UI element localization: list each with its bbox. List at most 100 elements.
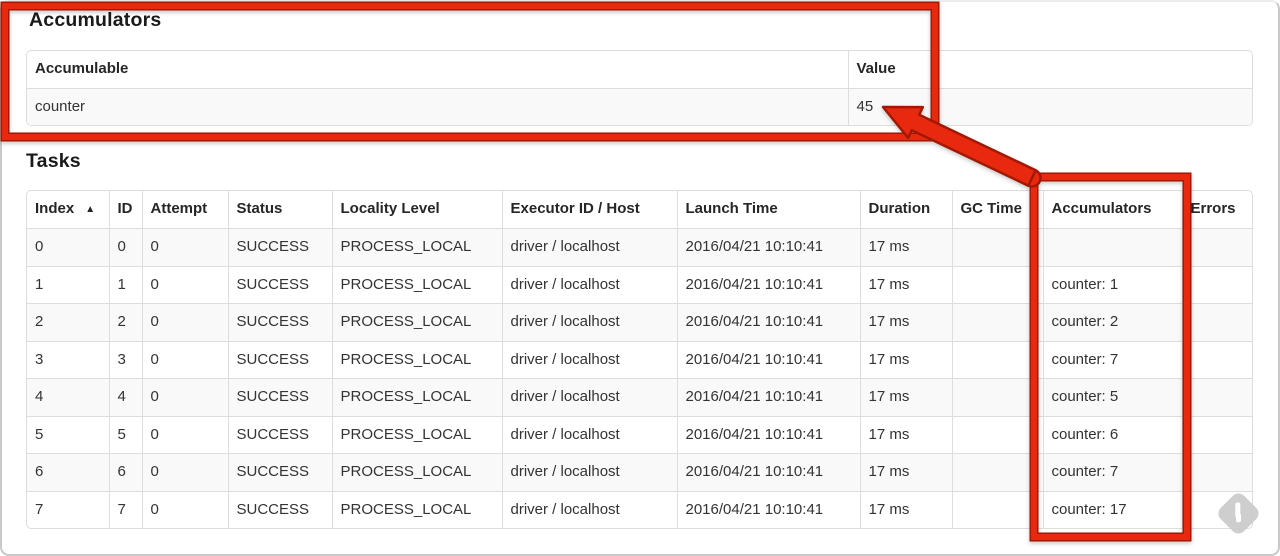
duration-cell: 17 ms [859,453,952,491]
col-header-gc-time[interactable]: GC Time [951,191,1043,229]
index-cell: 5 [27,415,109,454]
sort-ascending-icon: ▲ [85,203,96,215]
accumulators-cell: counter: 2 [1042,303,1182,341]
accumulators-cell: counter: 6 [1042,415,1182,454]
locality-cell: PROCESS_LOCAL [331,303,502,341]
id-cell: 1 [108,265,142,304]
status-cell: SUCCESS [227,303,332,341]
task-row: 7 7 0 SUCCESS PROCESS_LOCAL driver / loc… [27,490,1252,528]
status-cell: SUCCESS [227,228,332,266]
gc-time-cell [951,453,1043,491]
gc-time-cell [951,340,1043,379]
col-header-errors[interactable]: Errors [1181,191,1252,229]
id-cell: 0 [108,228,142,266]
errors-cell [1181,228,1252,266]
errors-cell [1181,340,1252,379]
executor-cell: driver / localhost [501,340,677,379]
attempt-cell: 0 [141,228,228,266]
id-cell: 6 [108,453,142,491]
index-cell: 4 [27,378,109,416]
attempt-cell: 0 [141,490,228,528]
launch-time-cell: 2016/04/21 10:10:41 [676,265,860,304]
duration-cell: 17 ms [859,415,952,454]
locality-cell: PROCESS_LOCAL [331,228,502,266]
id-cell: 2 [108,303,142,341]
executor-cell: driver / localhost [501,265,677,304]
accumulators-cell: counter: 7 [1042,340,1182,379]
duration-cell: 17 ms [859,340,952,379]
accumulators-cell: counter: 17 [1042,490,1182,528]
errors-cell [1181,303,1252,341]
tasks-header-row: Index ▲ ID Attempt Status Locality Level … [27,191,1252,229]
gc-time-cell [951,490,1043,528]
col-header-index[interactable]: Index ▲ [27,191,109,229]
col-header-accumulators[interactable]: Accumulators [1042,191,1182,229]
index-cell: 0 [27,228,109,266]
attempt-cell: 0 [141,453,228,491]
launch-time-cell: 2016/04/21 10:10:41 [676,228,860,266]
attempt-cell: 0 [141,340,228,379]
id-cell: 3 [108,340,142,379]
col-header-executor-id-host[interactable]: Executor ID / Host [501,191,677,229]
launch-time-cell: 2016/04/21 10:10:41 [676,415,860,454]
launch-time-cell: 2016/04/21 10:10:41 [676,378,860,416]
accumulators-section-title: Accumulators [29,9,162,31]
tasks-table: Index ▲ ID Attempt Status Locality Level … [26,190,1253,529]
task-row: 2 2 0 SUCCESS PROCESS_LOCAL driver / loc… [27,303,1252,341]
duration-cell: 17 ms [859,490,952,528]
accumulators-table: Accumulable Value counter 45 [26,50,1253,126]
col-header-launch-time[interactable]: Launch Time [676,191,860,229]
errors-cell [1181,378,1252,416]
task-row: 5 5 0 SUCCESS PROCESS_LOCAL driver / loc… [27,415,1252,454]
col-header-accumulable[interactable]: Accumulable [27,51,848,88]
task-row: 0 0 0 SUCCESS PROCESS_LOCAL driver / loc… [27,228,1252,266]
accumulators-cell [1042,228,1182,266]
executor-cell: driver / localhost [501,415,677,454]
task-row: 6 6 0 SUCCESS PROCESS_LOCAL driver / loc… [27,453,1252,491]
attempt-cell: 0 [141,265,228,304]
launch-time-cell: 2016/04/21 10:10:41 [676,490,860,528]
attempt-cell: 0 [141,378,228,416]
errors-cell [1181,265,1252,304]
gc-time-cell [951,228,1043,266]
errors-cell [1181,415,1252,454]
duration-cell: 17 ms [859,265,952,304]
col-header-status[interactable]: Status [227,191,332,229]
gc-time-cell [951,265,1043,304]
gc-time-cell [951,378,1043,416]
task-row: 3 3 0 SUCCESS PROCESS_LOCAL driver / loc… [27,340,1252,379]
duration-cell: 17 ms [859,378,952,416]
accumulable-value-cell: 45 [847,87,1252,125]
col-header-locality-level[interactable]: Locality Level [331,191,502,229]
task-row: 1 1 0 SUCCESS PROCESS_LOCAL driver / loc… [27,265,1252,304]
accumulable-name-cell: counter [27,87,848,125]
duration-cell: 17 ms [859,228,952,266]
status-cell: SUCCESS [227,340,332,379]
tasks-section-title: Tasks [26,150,81,172]
id-cell: 5 [108,415,142,454]
executor-cell: driver / localhost [501,453,677,491]
locality-cell: PROCESS_LOCAL [331,378,502,416]
status-cell: SUCCESS [227,453,332,491]
accumulators-cell: counter: 1 [1042,265,1182,304]
col-header-duration[interactable]: Duration [859,191,952,229]
accumulators-cell: counter: 5 [1042,378,1182,416]
col-header-id[interactable]: ID [108,191,142,229]
col-header-value[interactable]: Value [847,51,1252,88]
col-header-attempt[interactable]: Attempt [141,191,228,229]
duration-cell: 17 ms [859,303,952,341]
annotation-arrow-tail [1022,168,1042,188]
id-cell: 4 [108,378,142,416]
gc-time-cell [951,415,1043,454]
attempt-cell: 0 [141,415,228,454]
accumulator-row: counter 45 [27,87,1252,125]
accumulators-header-row: Accumulable Value [27,51,1252,88]
launch-time-cell: 2016/04/21 10:10:41 [676,340,860,379]
index-cell: 6 [27,453,109,491]
locality-cell: PROCESS_LOCAL [331,415,502,454]
executor-cell: driver / localhost [501,490,677,528]
status-cell: SUCCESS [227,265,332,304]
status-cell: SUCCESS [227,378,332,416]
index-cell: 2 [27,303,109,341]
locality-cell: PROCESS_LOCAL [331,453,502,491]
